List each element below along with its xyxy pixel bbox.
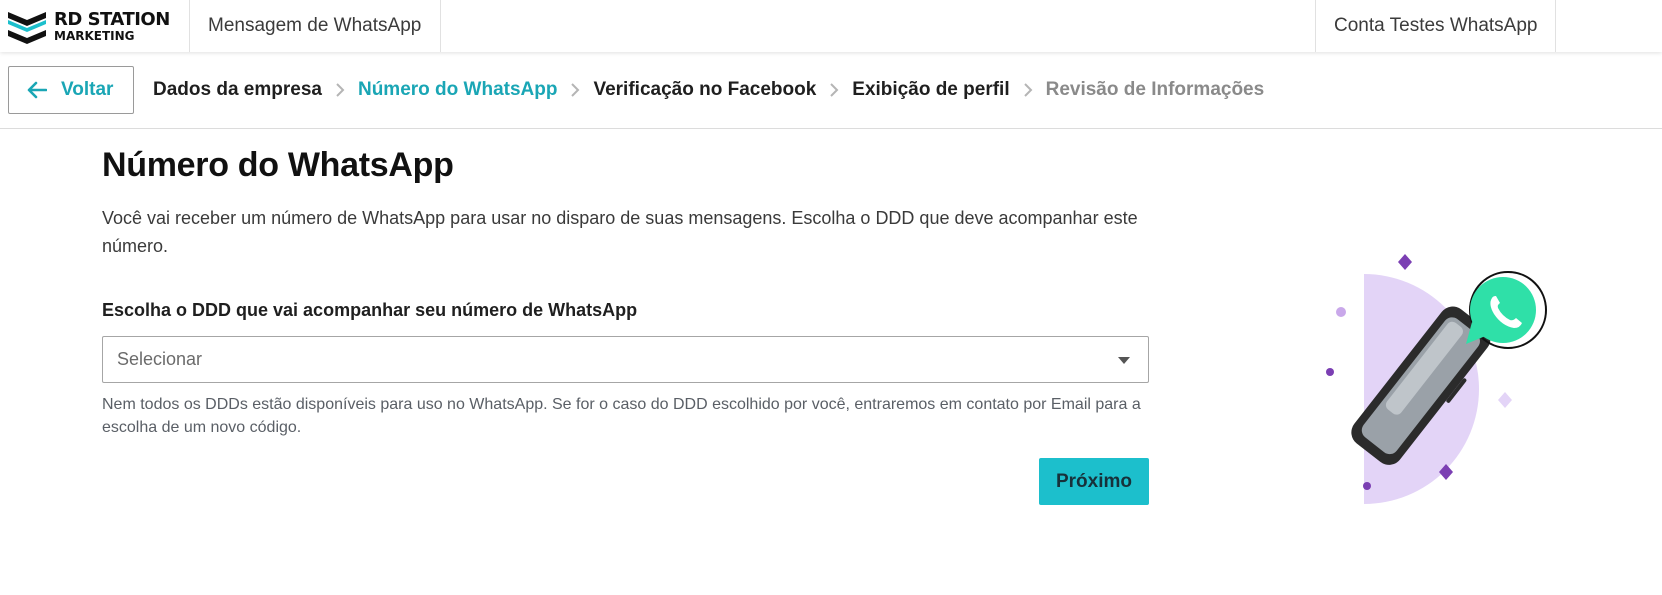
brand-wordmark: RD STATION MARKETING [54,8,170,43]
breadcrumb: Dados da empresa Número do WhatsApp Veri… [153,52,1264,128]
ddd-help-text: Nem todos os DDDs estão disponíveis para… [102,396,1141,436]
chevron-right-icon [829,82,839,98]
chevron-right-icon [335,82,345,98]
page-title: Número do WhatsApp [102,146,454,184]
step-revisao-de-informacoes: Revisão de Informações [1045,79,1265,100]
brand-name: RD STATION [54,8,170,30]
step-dados-da-empresa[interactable]: Dados da empresa [153,79,322,101]
arrow-left-icon [27,81,47,99]
chevron-right-icon [570,82,580,98]
ddd-field-label: Escolha o DDD que vai acompanhar seu núm… [102,300,638,320]
step-numero-do-whatsapp[interactable]: Número do WhatsApp [358,79,558,101]
step-verificacao-no-facebook[interactable]: Verificação no Facebook [593,79,816,101]
whatsapp-logo-icon [1466,271,1547,349]
caret-down-icon [1118,357,1130,364]
header-divider [1555,0,1556,52]
app-title: Mensagem de WhatsApp [208,15,422,36]
sparkle-diamond-icon [1398,254,1412,270]
rd-station-logo-icon [8,12,46,44]
header-divider [440,0,441,52]
sparkle-dot-icon [1326,368,1334,376]
back-button-label: Voltar [61,79,114,100]
header-divider [189,0,190,52]
chevron-right-icon [1023,82,1033,98]
next-button[interactable]: Próximo [1039,458,1149,505]
page-description: Você vai receber um número de WhatsApp p… [102,208,1138,256]
account-switcher[interactable]: Conta Testes WhatsApp [1334,0,1537,52]
stepper-bar: Voltar Dados da empresa Número do WhatsA… [0,52,1662,129]
whatsapp-phone-illustration [1326,254,1547,504]
sparkle-dot-icon [1363,482,1371,490]
header-divider [1315,0,1316,52]
sparkle-dot-icon [1336,307,1346,317]
ddd-select[interactable]: Selecionar [102,336,1149,383]
back-button[interactable]: Voltar [8,66,134,114]
sparkle-diamond-icon [1498,392,1512,408]
brand-logo[interactable]: RD STATION MARKETING [0,0,190,52]
ddd-select-placeholder: Selecionar [117,349,203,369]
top-header: RD STATION MARKETING Mensagem de WhatsAp… [0,0,1662,52]
brand-subname: MARKETING [54,28,135,43]
step-exibicao-de-perfil[interactable]: Exibição de perfil [852,79,1009,101]
